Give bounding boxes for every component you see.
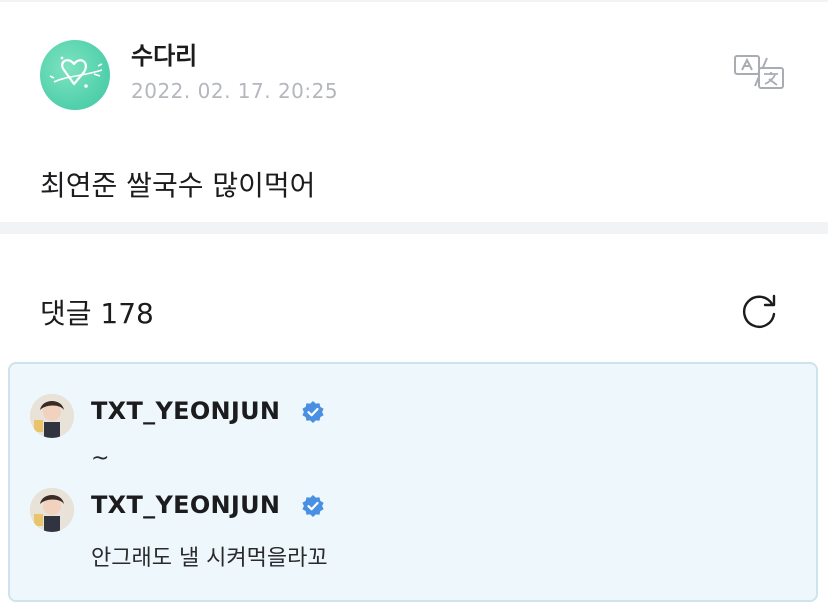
refresh-button[interactable]: [738, 290, 780, 332]
verified-badge-icon: [301, 494, 325, 518]
comment-text: ~: [91, 446, 110, 471]
post-header: 수다리 2022. 02. 17. 20:25: [0, 0, 828, 130]
commenter-name[interactable]: TXT_YEONJUN: [91, 397, 280, 425]
comment-text: 안그래도 낼 시켜먹을라꼬: [91, 546, 328, 571]
section-divider: [0, 222, 828, 234]
translate-button[interactable]: [733, 52, 785, 92]
post-author-avatar[interactable]: [40, 40, 110, 110]
heart-doodle-icon: [49, 56, 103, 88]
verified-badge-icon: [301, 400, 325, 424]
artist-comment-thread: TXT_YEONJUN ~ TXT_YEONJUN 안그래도 낼 시켜먹을라꼬: [8, 362, 818, 602]
post-author-name[interactable]: 수다리: [131, 36, 197, 71]
commenter-name[interactable]: TXT_YEONJUN: [91, 491, 280, 519]
comment-item[interactable]: TXT_YEONJUN 안그래도 낼 시켜먹을라꼬: [10, 472, 820, 571]
commenter-avatar[interactable]: [30, 488, 74, 532]
refresh-icon: [742, 294, 776, 328]
translate-icon: [734, 55, 784, 89]
commenter-avatar[interactable]: [30, 394, 74, 438]
comments-count-title: 댓글 178: [40, 297, 154, 330]
post-timestamp: 2022. 02. 17. 20:25: [131, 79, 339, 103]
post-body-text: 최연준 쌀국수 많이먹어: [40, 169, 316, 202]
comment-item[interactable]: TXT_YEONJUN ~: [10, 378, 820, 471]
